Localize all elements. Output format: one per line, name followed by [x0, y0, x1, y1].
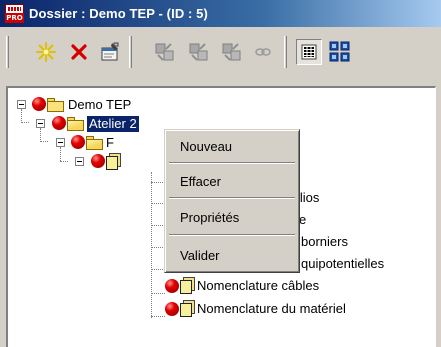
tree-line [40, 128, 41, 142]
tree-view-icon [329, 41, 350, 62]
tree-line [151, 182, 165, 183]
tree-node-root[interactable]: Demo TEP [68, 97, 131, 113]
window-title: Dossier : Demo TEP - (ID : 5) [29, 6, 208, 21]
document-icon [180, 300, 195, 317]
toolbar [0, 27, 441, 83]
tree-line [21, 122, 29, 123]
red-status-icon [52, 116, 66, 130]
tree-line [60, 147, 61, 161]
tree-line [151, 247, 165, 248]
properties-icon [101, 42, 119, 61]
document-icon [180, 277, 195, 294]
menu-item-proprietes[interactable]: Propriétés [168, 207, 296, 229]
tree-node-selected[interactable]: Atelier 2 [87, 116, 139, 132]
red-status-icon [91, 154, 105, 168]
menu-item-effacer[interactable]: Effacer [168, 171, 296, 193]
tree-node-item[interactable]: Nomenclature câbles [197, 278, 319, 294]
menu-separator [169, 234, 295, 236]
red-status-icon [165, 302, 179, 316]
collapse-toggle[interactable] [36, 119, 45, 128]
title-bar[interactable]: PRO Dossier : Demo TEP - (ID : 5) [0, 0, 441, 27]
tree-line [40, 141, 48, 142]
tree-line [151, 316, 165, 317]
disabled-tool-icon [155, 43, 174, 61]
tree-node-level2[interactable]: F [106, 135, 114, 151]
toolbar-separator [129, 36, 132, 68]
tree-line [151, 203, 165, 204]
tree-node-item[interactable]: quipotentielles [301, 256, 384, 272]
link-button[interactable] [250, 39, 276, 65]
open-folder-icon [86, 136, 104, 150]
red-status-icon [71, 135, 85, 149]
red-status-icon [165, 279, 179, 293]
toolbar-separator [284, 36, 287, 68]
document-icon [106, 153, 121, 170]
tree-line [21, 109, 22, 123]
new-button[interactable] [33, 39, 59, 65]
menu-separator [169, 197, 295, 199]
dossier-window: PRO Dossier : Demo TEP - (ID : 5) Demo T… [0, 0, 441, 347]
collapse-toggle[interactable] [17, 100, 26, 109]
menu-item-nouveau[interactable]: Nouveau [168, 136, 296, 158]
tree-view-button[interactable] [327, 39, 353, 65]
collapse-toggle[interactable] [75, 157, 84, 166]
red-x-icon [71, 44, 87, 60]
chain-icon [255, 48, 271, 56]
tree-line [151, 172, 152, 318]
tree-line [60, 161, 68, 162]
context-menu: Nouveau Effacer Propriétés Valider [164, 129, 300, 273]
collapse-toggle[interactable] [56, 138, 65, 147]
tree-node-item[interactable]: e [299, 212, 306, 228]
tree-node-item[interactable]: Nomenclature du matériel [197, 301, 346, 317]
tool-button-1[interactable] [152, 39, 178, 65]
tree-line [151, 293, 165, 294]
tool-button-3[interactable] [219, 39, 245, 65]
disabled-tool-icon [189, 43, 208, 61]
toolbar-grip[interactable] [6, 36, 9, 68]
properties-button[interactable] [97, 39, 123, 65]
tree-line [151, 225, 165, 226]
folder-icon [47, 98, 65, 112]
app-logo-icon: PRO [5, 4, 24, 23]
menu-separator [169, 162, 295, 164]
menu-item-valider[interactable]: Valider [168, 245, 296, 267]
tree-line [151, 269, 165, 270]
tree-node-item[interactable]: borniers [301, 234, 348, 250]
disabled-tool-icon [222, 43, 241, 61]
red-status-icon [32, 97, 46, 111]
open-folder-icon [67, 117, 85, 131]
sparkle-icon [36, 42, 56, 62]
tool-button-2[interactable] [186, 39, 212, 65]
delete-button[interactable] [66, 39, 92, 65]
list-view-icon [301, 44, 317, 60]
list-view-button[interactable] [296, 39, 322, 65]
